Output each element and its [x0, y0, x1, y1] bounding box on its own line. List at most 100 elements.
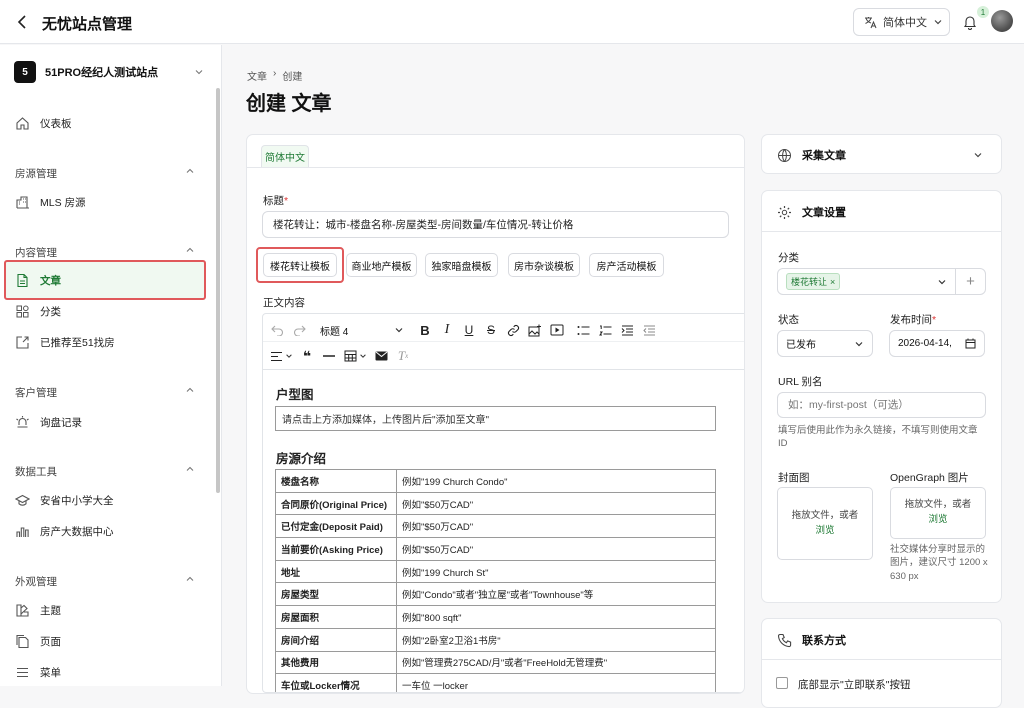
- chevron-down-icon: [195, 70, 203, 75]
- table-cell-value[interactable]: 例如"$50万CAD": [396, 514, 716, 539]
- numbered-list-icon[interactable]: [594, 319, 616, 341]
- heading-select[interactable]: 标题 4: [316, 319, 408, 341]
- sidebar-section-listings[interactable]: 房源管理: [15, 166, 195, 181]
- sidebar-item-themes[interactable]: 主题: [15, 599, 190, 621]
- undo-icon[interactable]: [266, 319, 288, 341]
- sidebar-item-bigdata[interactable]: 房产大数据中心: [15, 520, 190, 542]
- site-name: 51PRO经纪人测试站点: [45, 67, 159, 79]
- sidebar-item-categories[interactable]: 分类: [15, 300, 190, 322]
- table-cell-value[interactable]: 一车位 一locker: [396, 673, 716, 692]
- chevron-up-icon: [186, 168, 194, 173]
- template-button-exclusive[interactable]: 独家暗盘模板: [425, 253, 498, 277]
- sidebar-item-label: 安省中小学大全: [40, 494, 114, 507]
- language-select[interactable]: 简体中文: [853, 8, 950, 36]
- category-select[interactable]: 楼花转让 × +: [777, 268, 986, 295]
- table-cell-value[interactable]: 例如"199 Church St": [396, 559, 716, 584]
- add-category-button[interactable]: +: [955, 269, 985, 294]
- horizontal-rule-icon[interactable]: [318, 345, 340, 367]
- italic-icon[interactable]: I: [436, 319, 458, 341]
- template-button-market-talk[interactable]: 房市杂谈模板: [508, 253, 580, 277]
- sidebar-item-pages[interactable]: 页面: [15, 630, 190, 652]
- chip-remove-icon[interactable]: ×: [830, 277, 835, 287]
- table-cell-key[interactable]: 其他费用: [275, 650, 397, 675]
- publish-time-input[interactable]: 2026-04-14,: [889, 330, 985, 357]
- quote-icon[interactable]: ❝: [296, 345, 318, 367]
- avatar[interactable]: [991, 10, 1013, 32]
- site-switcher[interactable]: 5 51PRO经纪人测试站点: [14, 60, 214, 84]
- email-icon[interactable]: [370, 345, 392, 367]
- sidebar-section-customers[interactable]: 客户管理: [15, 385, 195, 400]
- table-cell-value[interactable]: 例如"199 Church Condo": [396, 469, 716, 493]
- heading-layout: 户型图: [276, 388, 314, 402]
- home-icon: [16, 116, 29, 130]
- sidebar-section-appearance[interactable]: 外观管理: [15, 574, 195, 589]
- calendar-icon[interactable]: [965, 338, 976, 349]
- browse-link[interactable]: 浏览: [928, 513, 947, 528]
- link-icon[interactable]: [502, 319, 524, 341]
- table-cell-value[interactable]: 例如"$50万CAD": [396, 491, 716, 516]
- url-slug-input[interactable]: [777, 392, 986, 418]
- table-cell-key[interactable]: 车位或Locker情况: [275, 673, 397, 692]
- browse-link[interactable]: 浏览: [815, 524, 834, 539]
- og-image-dropzone[interactable]: 拖放文件，或者 浏览: [890, 487, 986, 539]
- strikethrough-icon[interactable]: S: [480, 319, 502, 341]
- template-button-event[interactable]: 房产活动模板: [589, 253, 664, 277]
- chevron-down-icon: [286, 354, 292, 358]
- sidebar-item-menus[interactable]: 菜单: [15, 661, 190, 683]
- align-select[interactable]: [266, 345, 296, 367]
- phone-icon: [777, 633, 792, 647]
- sidebar-scrollbar[interactable]: [216, 88, 220, 493]
- sidebar-item-mls[interactable]: MLS 房源: [15, 191, 190, 213]
- tab-simplified-chinese[interactable]: 简体中文: [261, 145, 309, 167]
- contact-button-checkbox[interactable]: [776, 677, 788, 689]
- template-button-presale[interactable]: 楼花转让模板: [263, 253, 337, 277]
- underline-icon[interactable]: U: [458, 319, 480, 341]
- outdent-icon[interactable]: [638, 319, 660, 341]
- table-cell-key[interactable]: 地址: [275, 559, 397, 584]
- breadcrumb-parent[interactable]: 文章: [247, 68, 267, 83]
- table-cell-value[interactable]: 例如"Condo"或者"独立屋"或者"Townhouse"等: [396, 582, 716, 607]
- template-button-commercial[interactable]: 商业地产模板: [346, 253, 417, 277]
- section-title: 客户管理: [15, 387, 57, 399]
- og-image-help: 社交媒体分享时显示的图片，建议尺寸 1200 x 630 px: [890, 544, 988, 582]
- collect-article-card[interactable]: 采集文章: [761, 134, 1002, 174]
- table-cell-key[interactable]: 已付定金(Deposit Paid): [275, 514, 397, 539]
- sidebar-section-data-tools[interactable]: 数据工具: [15, 464, 195, 479]
- table-cell-key[interactable]: 房屋类型: [275, 582, 397, 607]
- sidebar-item-recommended[interactable]: 已推荐至51找房: [15, 331, 190, 353]
- rich-text-editor[interactable]: 标题 4 B I U S ❝ Tx 户型图 请点击上方添加媒体，上传图片后"添加…: [262, 313, 744, 693]
- sidebar-item-label: 主题: [40, 604, 61, 617]
- status-select[interactable]: 已发布: [777, 330, 873, 357]
- sidebar-item-schools[interactable]: 安省中小学大全: [15, 489, 190, 511]
- table-cell-key[interactable]: 当前要价(Asking Price): [275, 537, 397, 561]
- clear-format-icon[interactable]: Tx: [392, 345, 414, 367]
- sidebar-item-inquiries[interactable]: 询盘记录: [15, 411, 190, 433]
- redo-icon[interactable]: [288, 319, 310, 341]
- cover-image-dropzone[interactable]: 拖放文件，或者 浏览: [777, 487, 873, 560]
- editor-content[interactable]: 户型图 请点击上方添加媒体，上传图片后"添加至文章" 房源介绍 楼盘名称 例如"1…: [263, 370, 744, 692]
- table-cell-value[interactable]: 例如"2卧室2卫浴1书房": [396, 627, 716, 652]
- table-cell-value[interactable]: 例如"管理费275CAD/月"或者"FreeHold无管理费": [396, 650, 716, 675]
- sidebar-item-dashboard[interactable]: 仪表板: [15, 112, 190, 134]
- table-cell-key[interactable]: 房屋面积: [275, 605, 397, 629]
- back-arrow-icon[interactable]: [16, 13, 30, 31]
- bullet-list-icon[interactable]: [572, 319, 594, 341]
- bell-icon[interactable]: [962, 14, 978, 30]
- category-chip-label: 楼花转让: [791, 277, 828, 287]
- table-cell-key[interactable]: 房间介绍: [275, 627, 397, 652]
- sidebar-item-articles[interactable]: 文章: [15, 269, 190, 291]
- sidebar-section-content[interactable]: 内容管理: [15, 245, 195, 260]
- heading-select-value: 标题 4: [320, 326, 349, 338]
- chevron-up-icon: [186, 466, 194, 471]
- content-label: 正文内容: [263, 297, 305, 309]
- bold-icon[interactable]: B: [414, 319, 436, 341]
- indent-icon[interactable]: [616, 319, 638, 341]
- table-cell-key[interactable]: 楼盘名称: [275, 469, 397, 493]
- title-input[interactable]: 楼花转让：城市-楼盘名称-房屋类型-房间数量/车位情况-转让价格: [262, 211, 729, 238]
- video-icon[interactable]: [546, 319, 568, 341]
- table-cell-key[interactable]: 合同原价(Original Price): [275, 491, 397, 516]
- table-cell-value[interactable]: 例如"800 sqft": [396, 605, 716, 629]
- image-icon[interactable]: [524, 319, 546, 341]
- table-cell-value[interactable]: 例如"$50万CAD": [396, 537, 716, 561]
- table-select[interactable]: [340, 345, 370, 367]
